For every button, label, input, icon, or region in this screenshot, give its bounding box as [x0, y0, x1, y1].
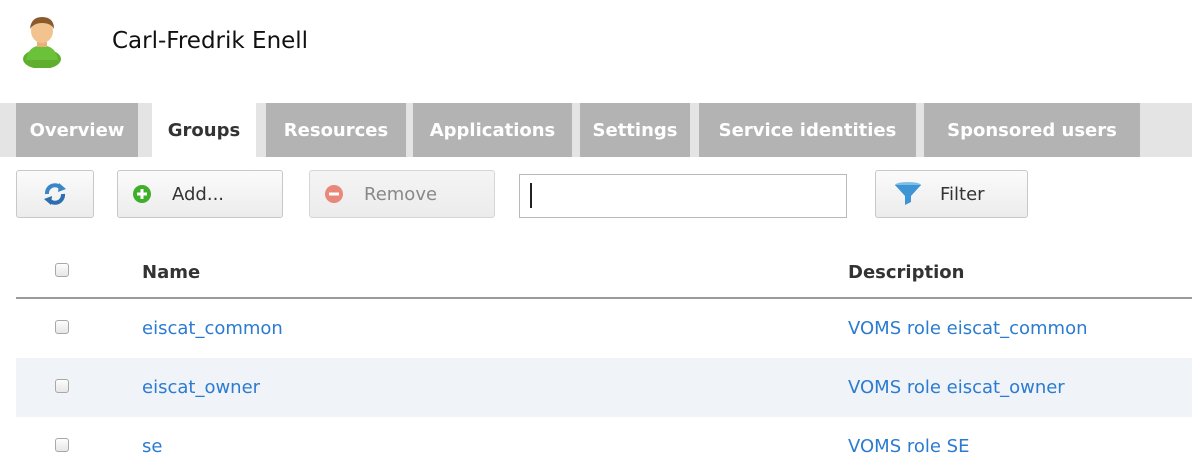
table-row: eiscat_common VOMS role eiscat_common: [16, 299, 1192, 358]
group-description-link[interactable]: VOMS role eiscat_common: [848, 318, 1088, 339]
filter-button[interactable]: Filter: [875, 170, 1028, 218]
column-header-description[interactable]: Description: [848, 262, 964, 283]
remove-button-label: Remove: [364, 183, 438, 205]
tab-bar: Overview Groups Resources Applications S…: [0, 95, 1192, 157]
tab-service-identities[interactable]: Service identities: [699, 103, 916, 157]
refresh-button[interactable]: [16, 170, 94, 218]
search-input[interactable]: [519, 174, 847, 218]
user-name-title: Carl-Fredrik Enell: [112, 28, 309, 54]
group-name-link[interactable]: eiscat_owner: [142, 377, 260, 398]
add-button[interactable]: Add...: [117, 170, 283, 218]
funnel-icon: [894, 181, 922, 207]
tab-resources[interactable]: Resources: [266, 103, 406, 157]
table-row: se VOMS role SE: [16, 417, 1192, 476]
minus-icon: [324, 184, 344, 204]
groups-table: Name Description eiscat_common VOMS role…: [16, 241, 1192, 476]
plus-icon: [132, 184, 152, 204]
row-checkbox[interactable]: [55, 379, 69, 393]
tab-sponsored-users[interactable]: Sponsored users: [924, 103, 1140, 157]
group-name-link[interactable]: eiscat_common: [142, 318, 283, 339]
page-header: Carl-Fredrik Enell: [0, 0, 1192, 95]
row-checkbox[interactable]: [55, 438, 69, 452]
tab-settings[interactable]: Settings: [580, 103, 690, 157]
text-caret: [530, 183, 532, 208]
tab-applications[interactable]: Applications: [413, 103, 572, 157]
column-header-name[interactable]: Name: [142, 262, 200, 283]
add-button-label: Add...: [172, 183, 225, 205]
tab-overview[interactable]: Overview: [16, 103, 138, 157]
group-description-link[interactable]: VOMS role eiscat_owner: [848, 377, 1065, 398]
row-checkbox[interactable]: [55, 320, 69, 334]
select-all-checkbox[interactable]: [55, 263, 69, 277]
refresh-icon: [42, 181, 68, 207]
tab-groups[interactable]: Groups: [152, 103, 256, 157]
remove-button[interactable]: Remove: [309, 170, 495, 218]
filter-button-label: Filter: [940, 183, 985, 205]
user-avatar-icon: [22, 14, 62, 69]
table-row: eiscat_owner VOMS role eiscat_owner: [16, 358, 1192, 417]
table-header: Name Description: [16, 241, 1192, 299]
